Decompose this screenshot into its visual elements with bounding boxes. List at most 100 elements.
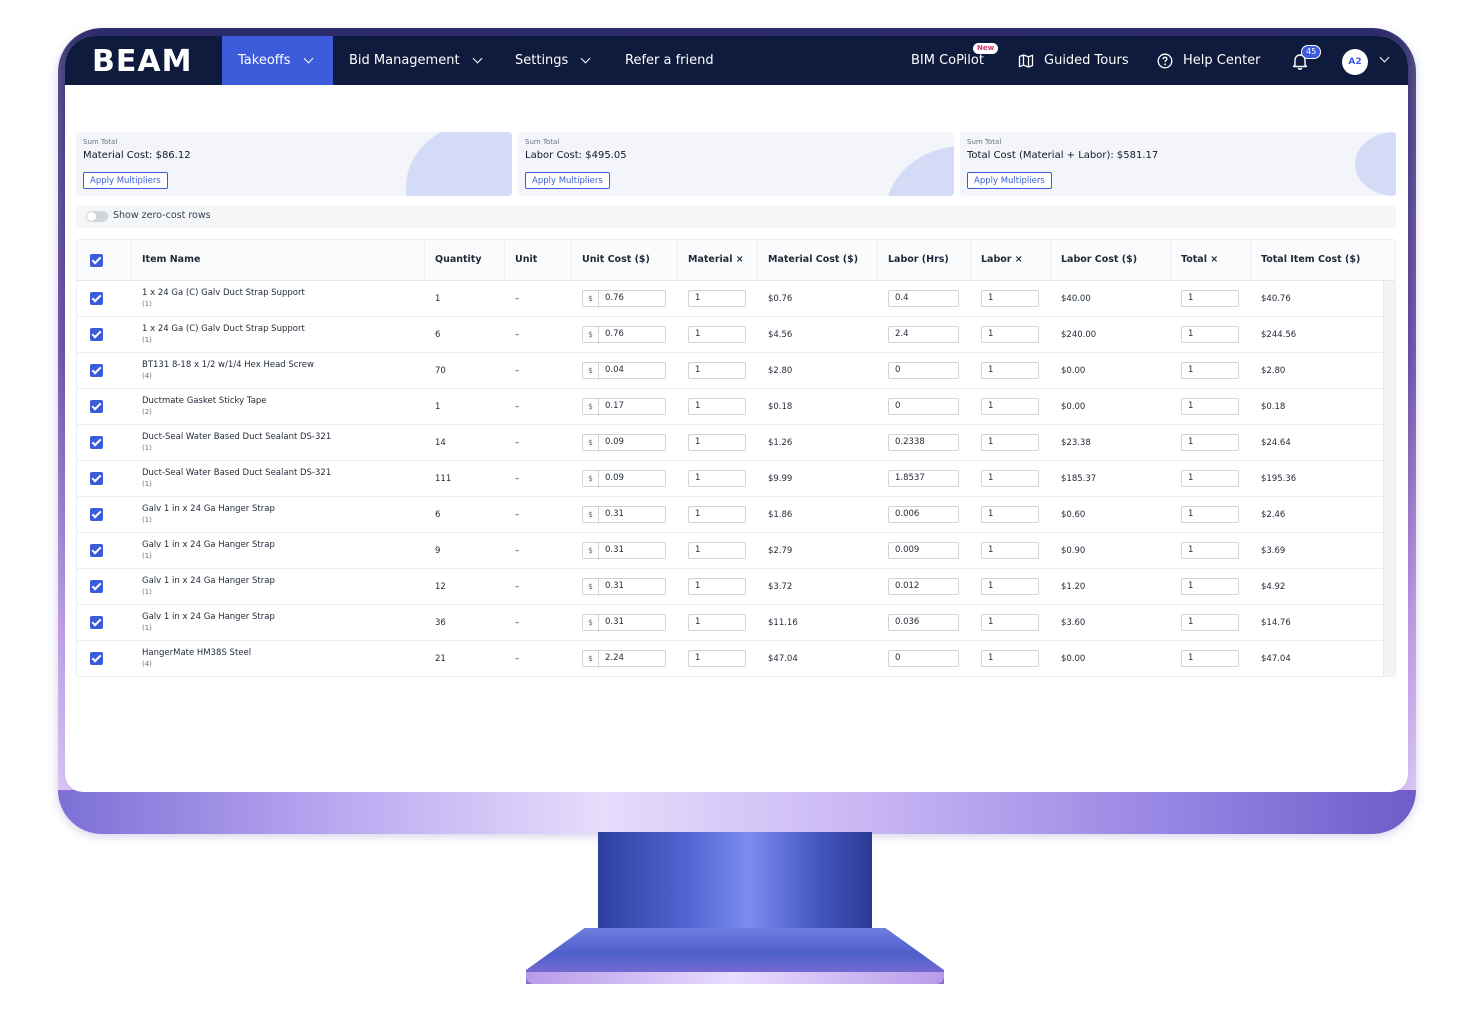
labor-multiplier-input[interactable]: 1 xyxy=(981,614,1039,631)
notifications-button[interactable] xyxy=(1291,36,1309,85)
show-zero-cost-toggle[interactable] xyxy=(86,211,108,222)
table-row[interactable]: 1 x 24 Ga (C) Galv Duct Strap Support (1)… xyxy=(77,281,1383,317)
unit-cost-input[interactable]: $0.31 xyxy=(582,578,666,596)
col-material-multiplier[interactable]: Material × xyxy=(688,254,744,265)
material-multiplier-input[interactable]: 1 xyxy=(688,506,746,523)
total-multiplier-input[interactable]: 1 xyxy=(1181,326,1239,343)
material-multiplier-input[interactable]: 1 xyxy=(688,398,746,415)
table-row[interactable]: Galv 1 in x 24 Ga Hanger Strap (1) 6 – $0.31… xyxy=(77,497,1383,533)
labor-hrs-input[interactable]: 2.4 xyxy=(888,326,959,343)
table-row[interactable]: BT131 8-18 x 1/2 w/1/4 Hex Head Screw (4)… xyxy=(77,353,1383,389)
material-multiplier-input[interactable]: 1 xyxy=(688,470,746,487)
beam-logo[interactable]: BEAM xyxy=(92,44,192,79)
material-multiplier-input[interactable]: 1 xyxy=(688,650,746,667)
total-multiplier-input[interactable]: 1 xyxy=(1181,398,1239,415)
apply-multipliers-button[interactable]: Apply Multipliers xyxy=(525,172,610,189)
table-row[interactable]: Duct-Seal Water Based Duct Sealant DS-32… xyxy=(77,425,1383,461)
col-labor-multiplier[interactable]: Labor × xyxy=(981,254,1023,265)
material-multiplier-input[interactable]: 1 xyxy=(688,290,746,307)
total-multiplier-input[interactable]: 1 xyxy=(1181,470,1239,487)
col-item-name[interactable]: Item Name xyxy=(142,254,200,265)
total-multiplier-input[interactable]: 1 xyxy=(1181,614,1239,631)
labor-multiplier-input[interactable]: 1 xyxy=(981,578,1039,595)
labor-hrs-input[interactable]: 0.009 xyxy=(888,542,959,559)
table-row[interactable]: Galv 1 in x 24 Ga Hanger Strap (1) 36 – $0.3… xyxy=(77,605,1383,641)
nav-help-center[interactable]: Help Center xyxy=(1157,36,1261,85)
material-multiplier-input[interactable]: 1 xyxy=(688,362,746,379)
labor-hrs-input[interactable]: 0 xyxy=(888,398,959,415)
unit-cost-input[interactable]: $0.76 xyxy=(582,290,666,308)
labor-hrs-input[interactable]: 0.012 xyxy=(888,578,959,595)
col-unit-cost[interactable]: Unit Cost ($) xyxy=(582,254,650,265)
total-multiplier-input[interactable]: 1 xyxy=(1181,434,1239,451)
material-multiplier-input[interactable]: 1 xyxy=(688,434,746,451)
unit-cost-input[interactable]: $0.09 xyxy=(582,470,666,488)
labor-hrs-input[interactable]: 1.8537 xyxy=(888,470,959,487)
labor-multiplier-input[interactable]: 1 xyxy=(981,650,1039,667)
labor-multiplier-input[interactable]: 1 xyxy=(981,326,1039,343)
nav-bim-copilot[interactable]: BIM CoPilot New xyxy=(911,36,999,85)
apply-multipliers-button[interactable]: Apply Multipliers xyxy=(83,172,168,189)
total-multiplier-input[interactable]: 1 xyxy=(1181,542,1239,559)
labor-multiplier-input[interactable]: 1 xyxy=(981,506,1039,523)
row-checkbox[interactable] xyxy=(90,364,103,377)
total-multiplier-input[interactable]: 1 xyxy=(1181,290,1239,307)
row-checkbox[interactable] xyxy=(90,400,103,413)
col-total-item-cost[interactable]: Total Item Cost ($) xyxy=(1261,254,1360,265)
labor-multiplier-input[interactable]: 1 xyxy=(981,542,1039,559)
table-row[interactable]: 1 x 24 Ga (C) Galv Duct Strap Support (1)… xyxy=(77,317,1383,353)
labor-multiplier-input[interactable]: 1 xyxy=(981,470,1039,487)
col-total-multiplier[interactable]: Total × xyxy=(1181,254,1218,265)
unit-cost-input[interactable]: $0.04 xyxy=(582,362,666,380)
row-checkbox[interactable] xyxy=(90,328,103,341)
nav-settings[interactable]: Settings xyxy=(515,36,591,85)
labor-hrs-input[interactable]: 0 xyxy=(888,650,959,667)
material-multiplier-input[interactable]: 1 xyxy=(688,578,746,595)
nav-guided-tours[interactable]: Guided Tours xyxy=(1018,36,1129,85)
row-checkbox[interactable] xyxy=(90,544,103,557)
row-checkbox[interactable] xyxy=(90,436,103,449)
row-checkbox[interactable] xyxy=(90,652,103,665)
table-row[interactable]: Ductmate Gasket Sticky Tape (2) 1 – $0.17 1 $0… xyxy=(77,389,1383,425)
labor-hrs-input[interactable]: 0.006 xyxy=(888,506,959,523)
labor-multiplier-input[interactable]: 1 xyxy=(981,362,1039,379)
table-row[interactable]: Duct-Seal Water Based Duct Sealant DS-32… xyxy=(77,461,1383,497)
total-multiplier-input[interactable]: 1 xyxy=(1181,362,1239,379)
material-multiplier-input[interactable]: 1 xyxy=(688,614,746,631)
labor-multiplier-input[interactable]: 1 xyxy=(981,398,1039,415)
material-multiplier-input[interactable]: 1 xyxy=(688,326,746,343)
row-checkbox[interactable] xyxy=(90,508,103,521)
row-checkbox[interactable] xyxy=(90,616,103,629)
table-scrollbar[interactable] xyxy=(1383,281,1395,676)
nav-refer-a-friend[interactable]: Refer a friend xyxy=(625,36,714,85)
col-unit[interactable]: Unit xyxy=(515,254,537,265)
unit-cost-input[interactable]: $2.24 xyxy=(582,650,666,668)
table-row[interactable]: Galv 1 in x 24 Ga Hanger Strap (1) 9 – $0.31… xyxy=(77,533,1383,569)
labor-hrs-input[interactable]: 0.036 xyxy=(888,614,959,631)
labor-hrs-input[interactable]: 0.2338 xyxy=(888,434,959,451)
col-labor-hrs[interactable]: Labor (Hrs) xyxy=(888,254,949,265)
select-all-checkbox[interactable] xyxy=(90,254,103,267)
unit-cost-input[interactable]: $0.31 xyxy=(582,506,666,524)
unit-cost-input[interactable]: $0.31 xyxy=(582,542,666,560)
labor-hrs-input[interactable]: 0 xyxy=(888,362,959,379)
col-material-cost[interactable]: Material Cost ($) xyxy=(768,254,858,265)
material-multiplier-input[interactable]: 1 xyxy=(688,542,746,559)
nav-bid-management[interactable]: Bid Management xyxy=(349,36,483,85)
labor-hrs-input[interactable]: 0.4 xyxy=(888,290,959,307)
table-row[interactable]: HangerMate HM38S Steel (4) 21 – $2.24 1 $47.04… xyxy=(77,641,1383,676)
apply-multipliers-button[interactable]: Apply Multipliers xyxy=(967,172,1052,189)
total-multiplier-input[interactable]: 1 xyxy=(1181,506,1239,523)
unit-cost-input[interactable]: $0.09 xyxy=(582,434,666,452)
total-multiplier-input[interactable]: 1 xyxy=(1181,578,1239,595)
nav-takeoffs[interactable]: Takeoffs xyxy=(222,36,333,85)
chevron-down-icon[interactable] xyxy=(1379,52,1390,63)
unit-cost-input[interactable]: $0.17 xyxy=(582,398,666,416)
row-checkbox[interactable] xyxy=(90,292,103,305)
col-labor-cost[interactable]: Labor Cost ($) xyxy=(1061,254,1137,265)
user-avatar[interactable]: A2 xyxy=(1342,49,1368,75)
unit-cost-input[interactable]: $0.76 xyxy=(582,326,666,344)
table-row[interactable]: Galv 1 in x 24 Ga Hanger Strap (1) 12 – $0.3… xyxy=(77,569,1383,605)
labor-multiplier-input[interactable]: 1 xyxy=(981,434,1039,451)
unit-cost-input[interactable]: $0.31 xyxy=(582,614,666,632)
